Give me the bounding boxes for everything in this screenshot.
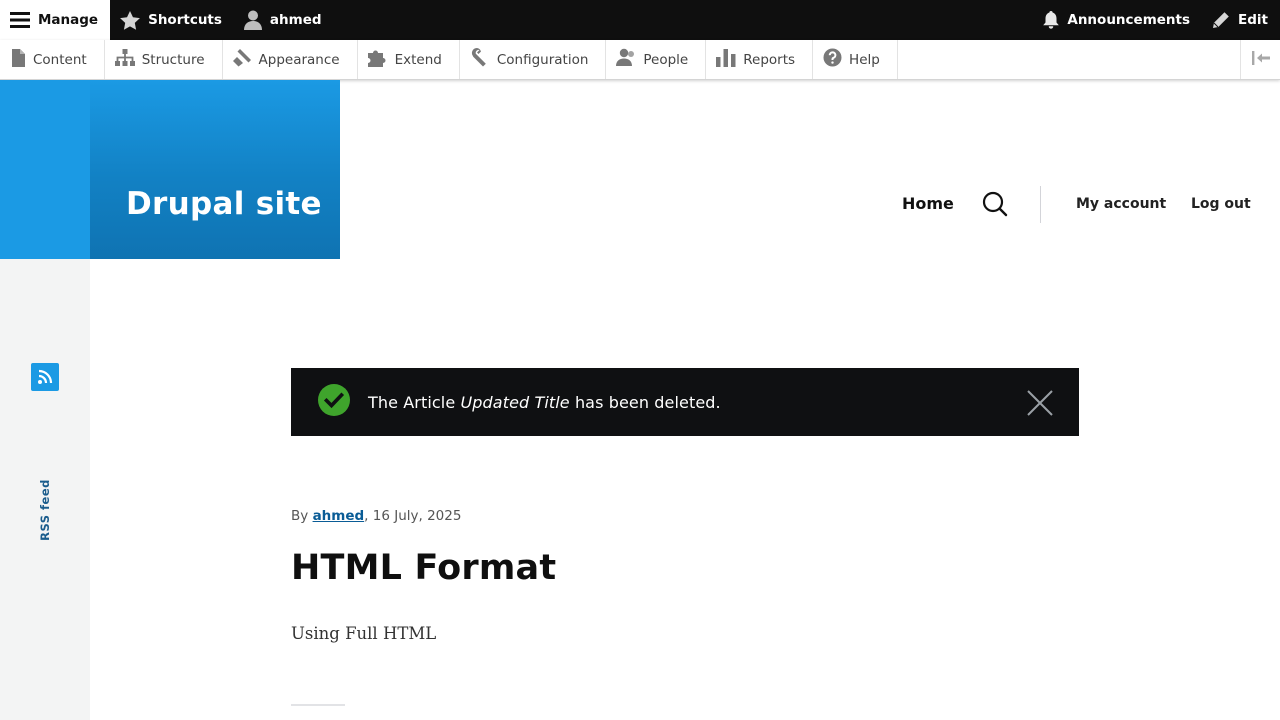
shortcuts-button[interactable]: Shortcuts — [110, 0, 234, 40]
admin-toolbar: Manage Shortcuts ahmed Announcements Edi… — [0, 0, 1280, 40]
by-label: By — [291, 508, 309, 524]
search-icon[interactable] — [982, 191, 1008, 221]
shortcuts-label: Shortcuts — [148, 12, 222, 28]
article-title[interactable]: HTML Format — [291, 548, 556, 588]
tray-item-content[interactable]: Content — [0, 40, 105, 79]
user-label: ahmed — [269, 12, 322, 28]
tray-item-structure[interactable]: Structure — [105, 40, 223, 79]
bell-icon — [1043, 11, 1060, 29]
my-account-link[interactable]: My account — [1076, 196, 1166, 212]
log-out-link[interactable]: Log out — [1191, 196, 1251, 212]
left-strip-brand-block — [0, 80, 90, 259]
people-icon — [616, 48, 636, 71]
hamburger-icon — [10, 11, 30, 29]
manage-button[interactable]: Manage — [0, 0, 111, 40]
tray-item-reports[interactable]: Reports — [706, 40, 814, 79]
announcements-button[interactable]: Announcements — [1033, 0, 1202, 40]
tray-item-people[interactable]: People — [606, 40, 707, 79]
tray-item-label: Help — [849, 51, 880, 68]
pencil-icon — [1212, 11, 1230, 29]
tray-item-label: Extend — [394, 51, 442, 68]
author-link[interactable]: ahmed — [313, 508, 365, 524]
help-icon — [823, 48, 842, 71]
tray-orientation-toggle[interactable] — [1240, 40, 1280, 79]
article-body: Using Full HTML — [291, 624, 437, 643]
site-branding: Drupal site — [90, 80, 340, 259]
user-button[interactable]: ahmed — [234, 0, 334, 40]
rss-feed-icon[interactable] — [31, 363, 59, 391]
user-icon — [243, 10, 262, 30]
edit-button[interactable]: Edit — [1202, 0, 1280, 40]
star-icon — [120, 10, 141, 30]
article-meta: By ahmed, 16 July, 2025 — [291, 508, 461, 524]
tray-item-extend[interactable]: Extend — [358, 40, 460, 79]
sitemap-icon — [114, 48, 135, 71]
nav-home-link[interactable]: Home — [902, 194, 954, 213]
left-sticky-strip: RSS feed — [0, 80, 90, 720]
tray-item-help[interactable]: Help — [813, 40, 898, 79]
site-name[interactable]: Drupal site — [126, 186, 322, 222]
close-icon[interactable] — [1027, 390, 1053, 420]
tray-item-label: Configuration — [496, 51, 589, 68]
tray-item-label: Reports — [743, 51, 796, 68]
tray-item-label: Appearance — [258, 51, 340, 68]
bar-chart-icon — [716, 48, 736, 71]
tray-item-configuration[interactable]: Configuration — [460, 40, 607, 79]
status-message: The Article Updated Title has been delet… — [291, 368, 1079, 436]
tray-item-label: People — [643, 51, 689, 68]
status-prefix: The Article — [368, 392, 456, 412]
tray-item-label: Content — [33, 51, 87, 68]
announcements-label: Announcements — [1067, 12, 1191, 28]
article-divider — [291, 704, 345, 706]
status-text: The Article Updated Title has been delet… — [368, 393, 721, 412]
collapse-left-icon — [1251, 50, 1270, 69]
tray-item-label: Structure — [141, 51, 205, 68]
nav-divider — [1040, 186, 1041, 223]
article-date: , 16 July, 2025 — [364, 508, 462, 524]
rss-feed-label[interactable]: RSS feed — [38, 479, 52, 541]
status-article-title: Updated Title — [460, 392, 570, 412]
manage-label: Manage — [38, 12, 99, 28]
toolbar-right-group: Announcements Edit — [1033, 0, 1280, 40]
status-suffix: has been deleted. — [574, 392, 721, 412]
file-icon — [10, 48, 26, 71]
admin-tray: Content Structure Appearance Extend Conf… — [0, 40, 1280, 80]
wrench-icon — [470, 47, 490, 71]
check-circle-icon — [318, 384, 350, 420]
paintbrush-icon — [232, 48, 252, 71]
tray-item-appearance[interactable]: Appearance — [223, 40, 358, 79]
puzzle-icon — [367, 48, 388, 71]
edit-label: Edit — [1238, 12, 1268, 28]
